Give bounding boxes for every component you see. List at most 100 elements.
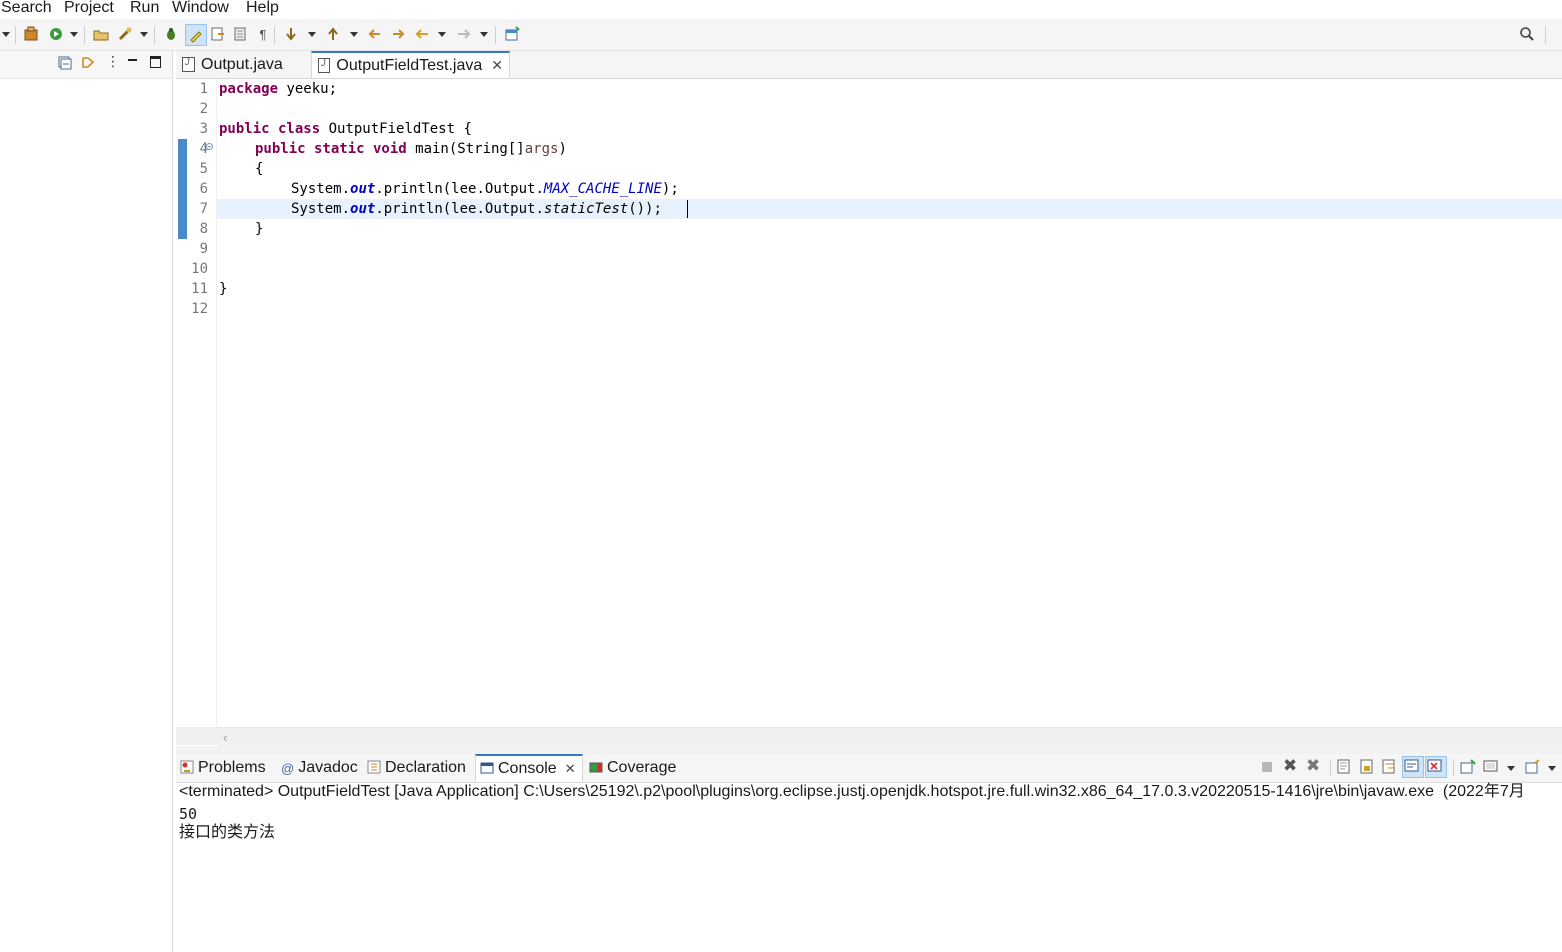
minimize-icon[interactable] [128,59,137,61]
tab-problems[interactable]: Problems [176,754,275,782]
chevron-down-icon[interactable] [1507,766,1515,771]
format-icon[interactable] [209,25,227,43]
tab-javadoc[interactable]: @ Javadoc [277,754,365,782]
toolbar-separator [154,26,155,44]
editor-tab-bar: Output.java OutputFieldTest.java ✕ [176,51,1562,79]
line-number: 11 [191,281,208,297]
open-perspective-icon[interactable] [503,25,521,43]
menu-search[interactable]: Search [1,0,52,17]
chevron-down-icon[interactable] [140,32,148,37]
tab-coverage[interactable]: Coverage [585,754,685,782]
at-icon: @ [281,760,295,776]
forward-edit-icon[interactable] [389,25,407,43]
close-icon[interactable]: ✕ [565,761,576,777]
static-field: out [350,201,376,217]
new-icon[interactable] [22,25,40,43]
console-header: <terminated> OutputFieldTest [Java Appli… [179,783,1525,800]
scroll-lock-icon[interactable] [1360,759,1374,779]
clear-console-icon[interactable] [1337,759,1351,779]
code-line: public class OutputFieldTest { [219,119,472,139]
remove-all-icon[interactable]: ✖ [1306,756,1320,776]
toolbar-separator [495,26,496,44]
terminate-icon[interactable] [1262,762,1272,772]
static-field: out [350,181,376,197]
tab-outputfieldtest-java[interactable]: OutputFieldTest.java ✕ [311,51,510,78]
code-line: package yeeku; [219,79,337,99]
fold-collapse-icon[interactable] [206,143,213,150]
menu-project[interactable]: Project [64,0,114,17]
pin-console-icon[interactable] [1460,759,1476,779]
tab-label: Javadoc [298,759,358,776]
tab-output-java[interactable]: Output.java [176,51,311,78]
coverage-icon [589,760,603,777]
highlight-icon[interactable] [185,24,207,46]
menu-help[interactable]: Help [246,0,279,17]
code-text: ); [661,181,679,197]
code-text: .println(lee.Output. [375,181,544,197]
show-on-stdout-icon[interactable] [1402,756,1424,778]
line-number: 2 [199,101,208,117]
last-edit-icon[interactable] [366,25,384,43]
next-annotation-icon[interactable] [282,25,300,43]
panel-splitter[interactable] [176,746,1562,754]
chevron-down-icon[interactable] [1548,766,1556,771]
code-line: System.out.println(lee.Output.MAX_CACHE_… [291,179,679,199]
code-line: } [255,221,264,237]
menu-window[interactable]: Window [172,0,229,17]
tab-label: Coverage [607,759,677,776]
keyword: public static void [255,141,407,157]
tab-declaration[interactable]: Declaration [363,754,473,782]
collapse-all-icon[interactable] [58,56,72,74]
chevron-down-icon[interactable] [308,32,316,37]
horizontal-scrollbar[interactable]: ‹ [217,727,1562,746]
chevron-down-icon[interactable] [70,32,78,37]
line-number: 9 [199,241,208,257]
tab-label: Console [498,760,557,777]
menu-run[interactable]: Run [130,0,159,17]
view-menu-icon[interactable]: ⋮ [106,54,120,68]
line-number: 6 [199,181,208,197]
toolbar-separator [274,26,275,44]
toolbar-separator [1453,760,1454,776]
console-icon [480,761,494,778]
quick-diff-bar [178,139,187,239]
chevron-down-icon[interactable] [350,32,358,37]
scrollbar-corner [176,727,217,745]
remove-launch-icon[interactable]: ✖ [1283,756,1297,776]
tab-console[interactable]: Console ✕ [475,754,583,782]
code-text: .println(lee.Output. [375,201,544,217]
main-toolbar: ¶ [0,19,1562,51]
prev-annotation-icon[interactable] [324,25,342,43]
show-on-stderr-icon[interactable] [1425,756,1447,778]
forward-icon[interactable] [455,25,473,43]
code-text: main(String[] [406,141,525,157]
doc-icon[interactable] [231,25,249,43]
link-editor-icon[interactable] [80,55,96,75]
tab-label: Problems [198,759,266,776]
java-file-icon [182,57,195,72]
maximize-icon[interactable] [150,56,161,68]
code-editor[interactable] [176,79,1562,727]
open-console-icon[interactable] [1525,759,1541,779]
close-icon[interactable]: ✕ [491,57,503,74]
display-console-icon[interactable] [1483,759,1499,779]
code-line: { [255,161,264,177]
left-panel-header: ⋮ [0,51,172,79]
pilcrow-icon[interactable]: ¶ [254,25,272,43]
tools-icon[interactable] [116,25,134,43]
chevron-down-icon[interactable] [480,32,488,37]
code-text: OutputFieldTest { [320,121,472,137]
chevron-down-icon[interactable] [2,32,10,37]
search-icon[interactable] [1518,25,1536,43]
run-icon[interactable] [47,25,65,43]
scroll-left-icon[interactable]: ‹ [223,730,227,745]
console-output[interactable] [176,783,1562,952]
line-number: 12 [191,301,208,317]
chevron-down-icon[interactable] [438,32,446,37]
open-icon[interactable] [92,25,110,43]
word-wrap-icon[interactable] [1382,759,1396,779]
back-icon[interactable] [413,25,431,43]
toolbar-separator [1330,760,1331,776]
debug-icon[interactable] [162,25,180,43]
code-text: System. [291,201,351,217]
